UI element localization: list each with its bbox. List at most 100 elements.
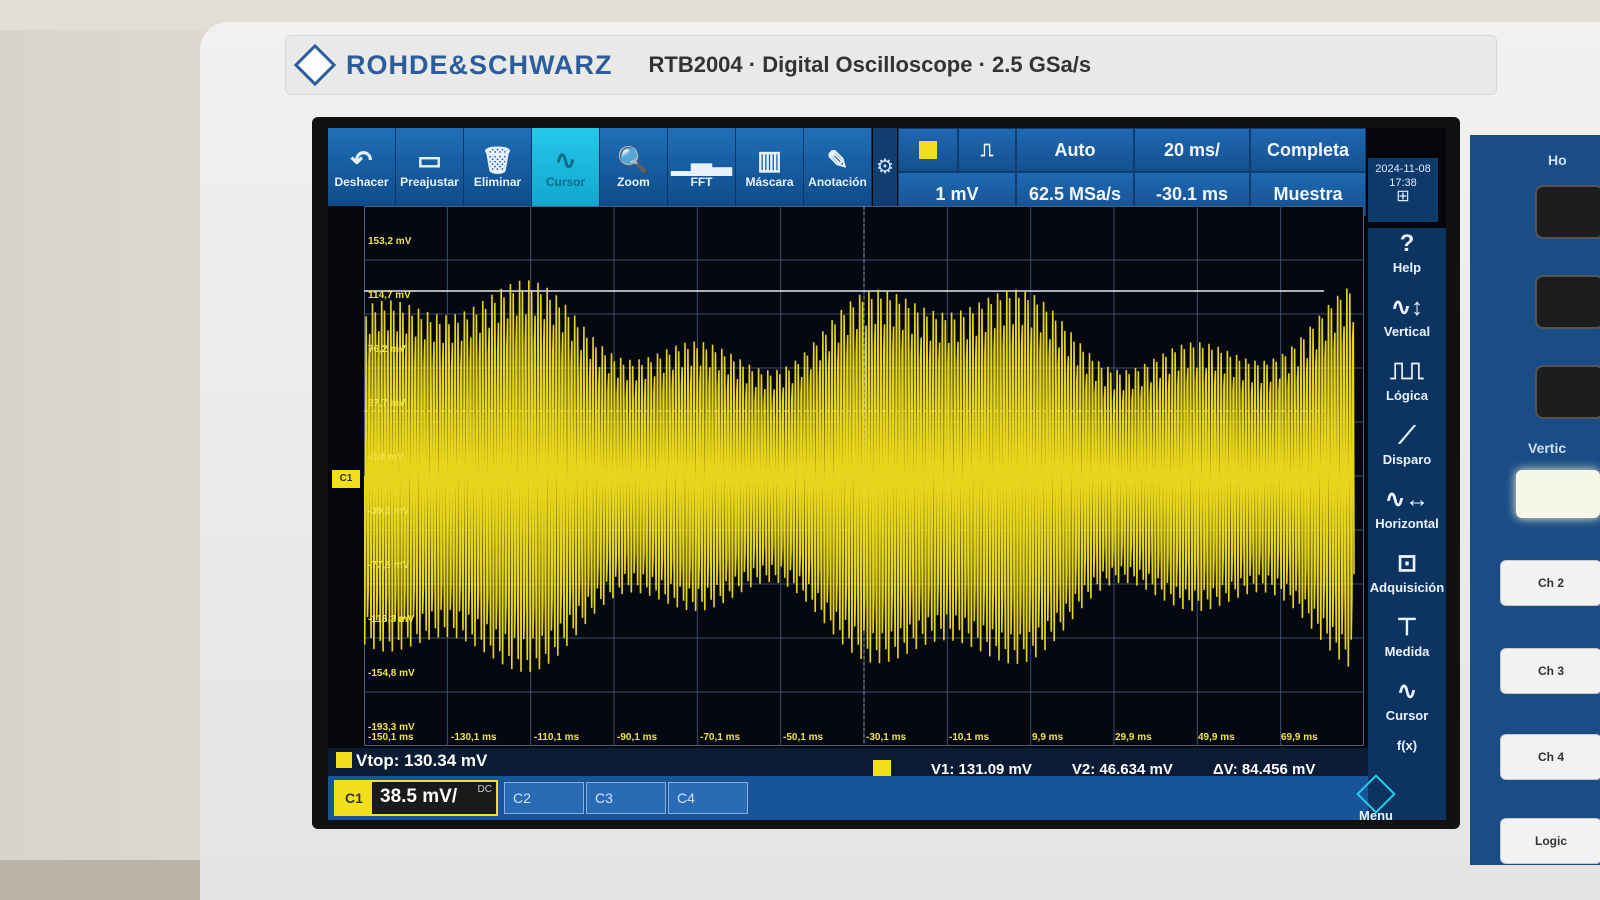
cursor-wave-icon: ∿ bbox=[554, 145, 577, 175]
x-tick-label: -150,1 ms bbox=[368, 732, 414, 743]
toolbar-settings-icon[interactable]: ⚙ bbox=[873, 128, 897, 206]
x-tick-label: -90,1 ms bbox=[617, 732, 658, 743]
trigger-edge-button[interactable]: ⎍ bbox=[958, 128, 1016, 172]
date-text: 2024-11-08 bbox=[1375, 163, 1431, 175]
y-tick-label: -154,8 mV bbox=[368, 668, 415, 679]
network-icon: ⊞ bbox=[1396, 188, 1410, 205]
panel-key-3[interactable] bbox=[1535, 365, 1600, 419]
panel-label-vertical: Vertic bbox=[1528, 440, 1567, 456]
ch3-hard-button[interactable]: Ch 3 bbox=[1500, 648, 1600, 694]
x-tick-label: -10,1 ms bbox=[949, 732, 990, 743]
x-tick-label: 9,9 ms bbox=[1032, 732, 1064, 743]
acquisition-icon: ⊡ bbox=[1396, 550, 1418, 577]
panel-key-1[interactable] bbox=[1535, 185, 1600, 239]
preset-icon: ▭ bbox=[417, 145, 442, 175]
acquisition-settings: ⎍ 1 mV Auto 62.5 MSa/s 20 ms/ -30.1 ms C… bbox=[898, 128, 1366, 216]
annotation-label: Anotación bbox=[808, 175, 867, 189]
function-button[interactable]: f(x) bbox=[1368, 738, 1446, 774]
ch4-hard-button[interactable]: Ch 4 bbox=[1500, 734, 1600, 780]
x-tick-label: -30,1 ms bbox=[866, 732, 907, 743]
vertical-button[interactable]: ∿↕ Vertical bbox=[1368, 292, 1446, 354]
rs-logo-icon bbox=[293, 43, 337, 87]
y-tick-label: 76,2 mV bbox=[368, 344, 406, 355]
preset-label: Preajustar bbox=[400, 175, 459, 189]
menu-button[interactable]: Menu bbox=[1346, 774, 1406, 820]
x-tick-label: -70,1 ms bbox=[700, 732, 741, 743]
y-tick-label: 37,7 mV bbox=[368, 398, 406, 409]
logic-hard-button[interactable]: Logic bbox=[1500, 818, 1600, 864]
ch4-button[interactable]: C4 bbox=[668, 782, 748, 814]
ch1-coupling: DC bbox=[477, 784, 492, 795]
help-button[interactable]: ? Help bbox=[1368, 228, 1446, 290]
trigger-icon: ⟋ bbox=[1398, 422, 1416, 449]
ch3-button[interactable]: C3 bbox=[586, 782, 666, 814]
cursor-icon: ∿ bbox=[1396, 678, 1418, 705]
x-tick-label: -50,1 ms bbox=[783, 732, 824, 743]
annotation-button[interactable]: ✎ Anotación bbox=[804, 128, 872, 206]
logic-button[interactable]: ⎍⎍ Lógica bbox=[1368, 356, 1446, 418]
measure-label: Medida bbox=[1384, 644, 1430, 659]
delete-button[interactable]: 🗑 Eliminar bbox=[464, 128, 532, 206]
acquisition-mode[interactable]: Completa bbox=[1250, 128, 1366, 172]
horizontal-label: Horizontal bbox=[1375, 516, 1439, 531]
function-label: f(x) bbox=[1396, 738, 1418, 753]
toolbar: ↶ Deshacer ▭ Preajustar 🗑 Eliminar ∿ Cur… bbox=[328, 128, 873, 206]
panel-key-2[interactable] bbox=[1535, 275, 1600, 329]
cursor-label: Cursor bbox=[1385, 708, 1429, 723]
y-tick-label: -0,8 mV bbox=[368, 452, 404, 463]
x-tick-label: 49,9 ms bbox=[1198, 732, 1235, 743]
logic-icon: ⎍⎍ bbox=[1390, 358, 1424, 385]
trigger-source-indicator[interactable] bbox=[898, 128, 958, 172]
vtop-text: Vtop: 130.34 mV bbox=[356, 751, 488, 770]
fft-label: FFT bbox=[690, 175, 713, 189]
trigger-mode[interactable]: Auto bbox=[1016, 128, 1134, 172]
preset-button[interactable]: ▭ Preajustar bbox=[396, 128, 464, 206]
mask-button[interactable]: ▥ Máscara bbox=[736, 128, 804, 206]
y-tick-label: -39,3 mV bbox=[368, 506, 410, 517]
trigger-label: Disparo bbox=[1382, 452, 1432, 467]
undo-button[interactable]: ↶ Deshacer bbox=[328, 128, 396, 206]
ch2-button[interactable]: C2 bbox=[504, 782, 584, 814]
ch1-led[interactable] bbox=[1516, 470, 1600, 518]
acquisition-label: Adquisición bbox=[1369, 580, 1445, 595]
rising-edge-icon: ⎍ bbox=[980, 139, 994, 160]
ch1-color-icon bbox=[919, 141, 937, 159]
fft-icon: ▁▃▂ bbox=[671, 145, 732, 175]
y-tick-label: 114,7 mV bbox=[368, 290, 411, 301]
ch2-hard-button[interactable]: Ch 2 bbox=[1500, 560, 1600, 606]
waveform-display[interactable] bbox=[364, 206, 1364, 746]
panel-label-horizontal: Ho bbox=[1548, 152, 1567, 168]
horizontal-icon: ∿↔ bbox=[1384, 486, 1430, 513]
ch1-waveform bbox=[364, 280, 1355, 672]
acquisition-button[interactable]: ⊡ Adquisición bbox=[1368, 548, 1446, 610]
pen-icon: ✎ bbox=[826, 145, 849, 175]
ch1-settings-button[interactable]: C1 38.5 mV/ DC bbox=[334, 780, 498, 816]
fft-button[interactable]: ▁▃▂ FFT bbox=[668, 128, 736, 206]
vtop-measurement[interactable]: Vtop: 130.34 mV bbox=[336, 751, 487, 771]
mask-label: Máscara bbox=[745, 175, 794, 189]
cursor-ch1-badge-icon bbox=[873, 760, 891, 776]
zoom-button[interactable]: 🔍 Zoom bbox=[600, 128, 668, 206]
ch1-tag: C1 bbox=[336, 782, 372, 814]
cursor-tool-label: Cursor bbox=[545, 175, 586, 189]
measure-icon: ⊤ bbox=[1396, 614, 1418, 641]
cursor-button[interactable]: ∿ Cursor bbox=[1368, 676, 1446, 738]
ch1-offset-marker[interactable]: C1 bbox=[332, 470, 360, 488]
vertical-icon: ∿↕ bbox=[1390, 294, 1424, 321]
measure-button[interactable]: ⊤ Medida bbox=[1368, 612, 1446, 674]
cursor-tool-button[interactable]: ∿ Cursor bbox=[532, 128, 600, 206]
horizontal-button[interactable]: ∿↔ Horizontal bbox=[1368, 484, 1446, 546]
channel-bar: C1 38.5 mV/ DC C2 C3 C4 bbox=[328, 776, 1368, 820]
vertical-label: Vertical bbox=[1383, 324, 1431, 339]
timebase[interactable]: 20 ms/ bbox=[1134, 128, 1250, 172]
undo-icon: ↶ bbox=[350, 145, 373, 175]
trigger-button[interactable]: ⟋ Disparo bbox=[1368, 420, 1446, 482]
ch1-badge-icon bbox=[336, 752, 352, 768]
x-tick-label: -130,1 ms bbox=[451, 732, 497, 743]
display: ↶ Deshacer ▭ Preajustar 🗑 Eliminar ∿ Cur… bbox=[328, 128, 1446, 820]
side-menu: ? Help ∿↕ Vertical ⎍⎍ Lógica ⟋ Disparo ∿… bbox=[1368, 228, 1446, 820]
brand-bar: ROHDE&SCHWARZ RTB2004 · Digital Oscillos… bbox=[285, 35, 1497, 95]
undo-label: Deshacer bbox=[334, 175, 389, 189]
x-tick-label: 69,9 ms bbox=[1281, 732, 1318, 743]
brand-name: ROHDE&SCHWARZ bbox=[346, 49, 613, 80]
